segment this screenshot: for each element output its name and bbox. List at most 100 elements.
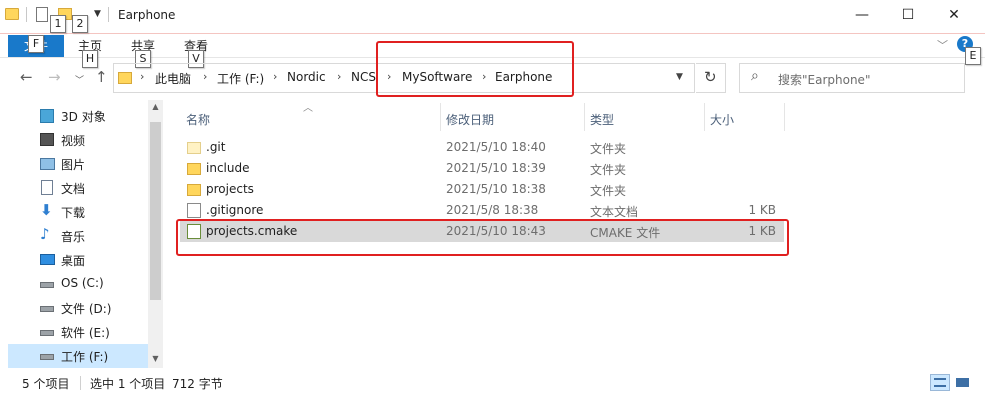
chevron-right-icon[interactable]: › bbox=[273, 70, 277, 83]
sidebar-item-documents[interactable]: 文档 bbox=[0, 176, 148, 200]
breadcrumb-drive-f[interactable]: 工作 (F:) bbox=[217, 70, 264, 87]
status-item-count: 5 个项目 bbox=[22, 377, 70, 391]
drive-icon bbox=[40, 354, 54, 360]
back-button[interactable]: ← bbox=[20, 68, 33, 86]
breadcrumb-ncs[interactable]: NCS bbox=[351, 70, 376, 84]
desktop-icon bbox=[40, 254, 55, 265]
properties-icon[interactable] bbox=[36, 7, 48, 22]
column-header-date[interactable]: 修改日期 bbox=[446, 111, 494, 128]
file-name: .git bbox=[206, 140, 226, 154]
sidebar-item-label: 视频 bbox=[61, 134, 86, 148]
sidebar-item-drive-d[interactable]: 文件 (D:) bbox=[0, 296, 148, 320]
status-selection: 选中 1 个项目 bbox=[90, 377, 166, 391]
collapse-ribbon-icon[interactable]: ﹀ bbox=[937, 37, 948, 53]
scroll-up-icon[interactable]: ▲ bbox=[148, 102, 163, 116]
highlight-annotation bbox=[176, 219, 789, 256]
file-date: 2021/5/8 18:38 bbox=[446, 203, 539, 217]
sidebar-item-desktop[interactable]: 桌面 bbox=[0, 248, 148, 272]
keytip-badge: 1 bbox=[50, 15, 66, 33]
file-date: 2021/5/10 18:40 bbox=[446, 140, 546, 154]
file-size: 1 KB bbox=[748, 203, 776, 217]
refresh-icon: ↻ bbox=[704, 68, 717, 86]
folder-icon bbox=[118, 72, 132, 84]
file-row[interactable]: projects 2021/5/10 18:38 文件夹 bbox=[180, 179, 784, 200]
status-size: 712 字节 bbox=[172, 377, 223, 391]
column-header-size[interactable]: 大小 bbox=[710, 111, 734, 128]
sidebar-item-3d-objects[interactable]: 3D 对象 bbox=[0, 104, 148, 128]
divider bbox=[0, 33, 985, 34]
window-title: Earphone bbox=[118, 8, 176, 22]
file-name: .gitignore bbox=[206, 203, 264, 217]
download-icon: ⬇ bbox=[40, 201, 53, 219]
divider[interactable] bbox=[584, 103, 585, 131]
file-name: include bbox=[206, 161, 250, 175]
chevron-right-icon[interactable]: › bbox=[140, 70, 144, 83]
keytip-badge: E bbox=[965, 47, 981, 65]
sidebar-item-drive-c[interactable]: OS (C:) bbox=[0, 272, 148, 296]
cube-icon bbox=[40, 109, 54, 123]
file-name: projects bbox=[206, 182, 254, 196]
details-view-icon bbox=[934, 378, 946, 387]
divider bbox=[80, 376, 81, 390]
divider[interactable] bbox=[440, 103, 441, 131]
chevron-right-icon[interactable]: › bbox=[203, 70, 207, 83]
breadcrumb-this-pc[interactable]: 此电脑 bbox=[155, 70, 191, 87]
keytip-badge: F bbox=[28, 35, 44, 53]
folder-icon bbox=[187, 163, 201, 175]
recent-locations-button[interactable]: ﹀ bbox=[75, 73, 84, 86]
breadcrumb-nordic[interactable]: Nordic bbox=[287, 70, 326, 84]
column-header-type[interactable]: 类型 bbox=[590, 111, 614, 128]
sidebar-item-music[interactable]: ♪ 音乐 bbox=[0, 224, 148, 248]
sidebar-item-label: 桌面 bbox=[61, 254, 86, 268]
sidebar-item-label: 图片 bbox=[61, 158, 86, 172]
divider[interactable] bbox=[704, 103, 705, 131]
file-date: 2021/5/10 18:38 bbox=[446, 182, 546, 196]
sidebar-item-drive-f[interactable]: 工作 (F:) bbox=[8, 344, 148, 368]
sidebar-item-drive-e[interactable]: 软件 (E:) bbox=[0, 320, 148, 344]
column-header-name[interactable]: 名称 bbox=[186, 111, 210, 128]
search-input[interactable]: 搜索"Earphone" bbox=[778, 71, 870, 88]
text-file-icon bbox=[187, 203, 201, 218]
keytip-badge: H bbox=[82, 50, 98, 68]
file-row[interactable]: .gitignore 2021/5/8 18:38 文本文档 1 KB bbox=[180, 200, 784, 221]
divider bbox=[26, 7, 27, 22]
sidebar-item-label: 文档 bbox=[61, 182, 86, 196]
up-button[interactable]: ↑ bbox=[95, 68, 108, 86]
scroll-down-icon[interactable]: ▼ bbox=[148, 354, 163, 368]
divider[interactable] bbox=[784, 103, 785, 131]
music-icon: ♪ bbox=[40, 225, 50, 243]
folder-icon bbox=[187, 184, 201, 196]
sort-ascending-icon: ︿ bbox=[303, 103, 313, 114]
customize-quick-access-icon[interactable]: ▼ bbox=[94, 9, 101, 19]
sidebar-item-label: 下载 bbox=[61, 206, 86, 220]
drive-icon bbox=[40, 306, 54, 312]
highlight-annotation bbox=[376, 41, 574, 97]
sidebar-item-label: 文件 (D:) bbox=[61, 302, 112, 316]
picture-icon bbox=[40, 158, 55, 170]
sidebar-item-downloads[interactable]: ⬇ 下载 bbox=[0, 200, 148, 224]
sidebar-item-label: 音乐 bbox=[61, 230, 86, 244]
minimize-button[interactable]: — bbox=[839, 0, 885, 30]
sidebar-item-label: 工作 (F:) bbox=[61, 350, 109, 364]
sidebar-item-label: OS (C:) bbox=[61, 276, 104, 290]
file-type: 文件夹 bbox=[590, 163, 627, 177]
file-row[interactable]: .git 2021/5/10 18:40 文件夹 bbox=[180, 137, 784, 158]
large-icons-view-icon bbox=[956, 378, 969, 387]
sidebar-item-label: 软件 (E:) bbox=[61, 326, 110, 340]
quick-access-folder-icon[interactable] bbox=[5, 8, 19, 20]
file-type: 文本文档 bbox=[590, 205, 639, 219]
file-row[interactable]: include 2021/5/10 18:39 文件夹 bbox=[180, 158, 784, 179]
sidebar-item-pictures[interactable]: 图片 bbox=[0, 152, 148, 176]
search-icon: ⌕ bbox=[751, 68, 759, 84]
scrollbar-thumb[interactable] bbox=[150, 122, 161, 300]
document-icon bbox=[41, 180, 53, 195]
divider bbox=[108, 7, 109, 22]
chevron-right-icon[interactable]: › bbox=[337, 70, 341, 83]
address-history-dropdown-icon[interactable]: ▼ bbox=[676, 72, 683, 82]
video-icon bbox=[40, 133, 54, 146]
close-button[interactable]: ✕ bbox=[931, 0, 977, 30]
forward-button[interactable]: → bbox=[48, 68, 61, 86]
maximize-button[interactable]: ☐ bbox=[885, 0, 931, 30]
sidebar-item-videos[interactable]: 视频 bbox=[0, 128, 148, 152]
drive-icon bbox=[40, 330, 54, 336]
